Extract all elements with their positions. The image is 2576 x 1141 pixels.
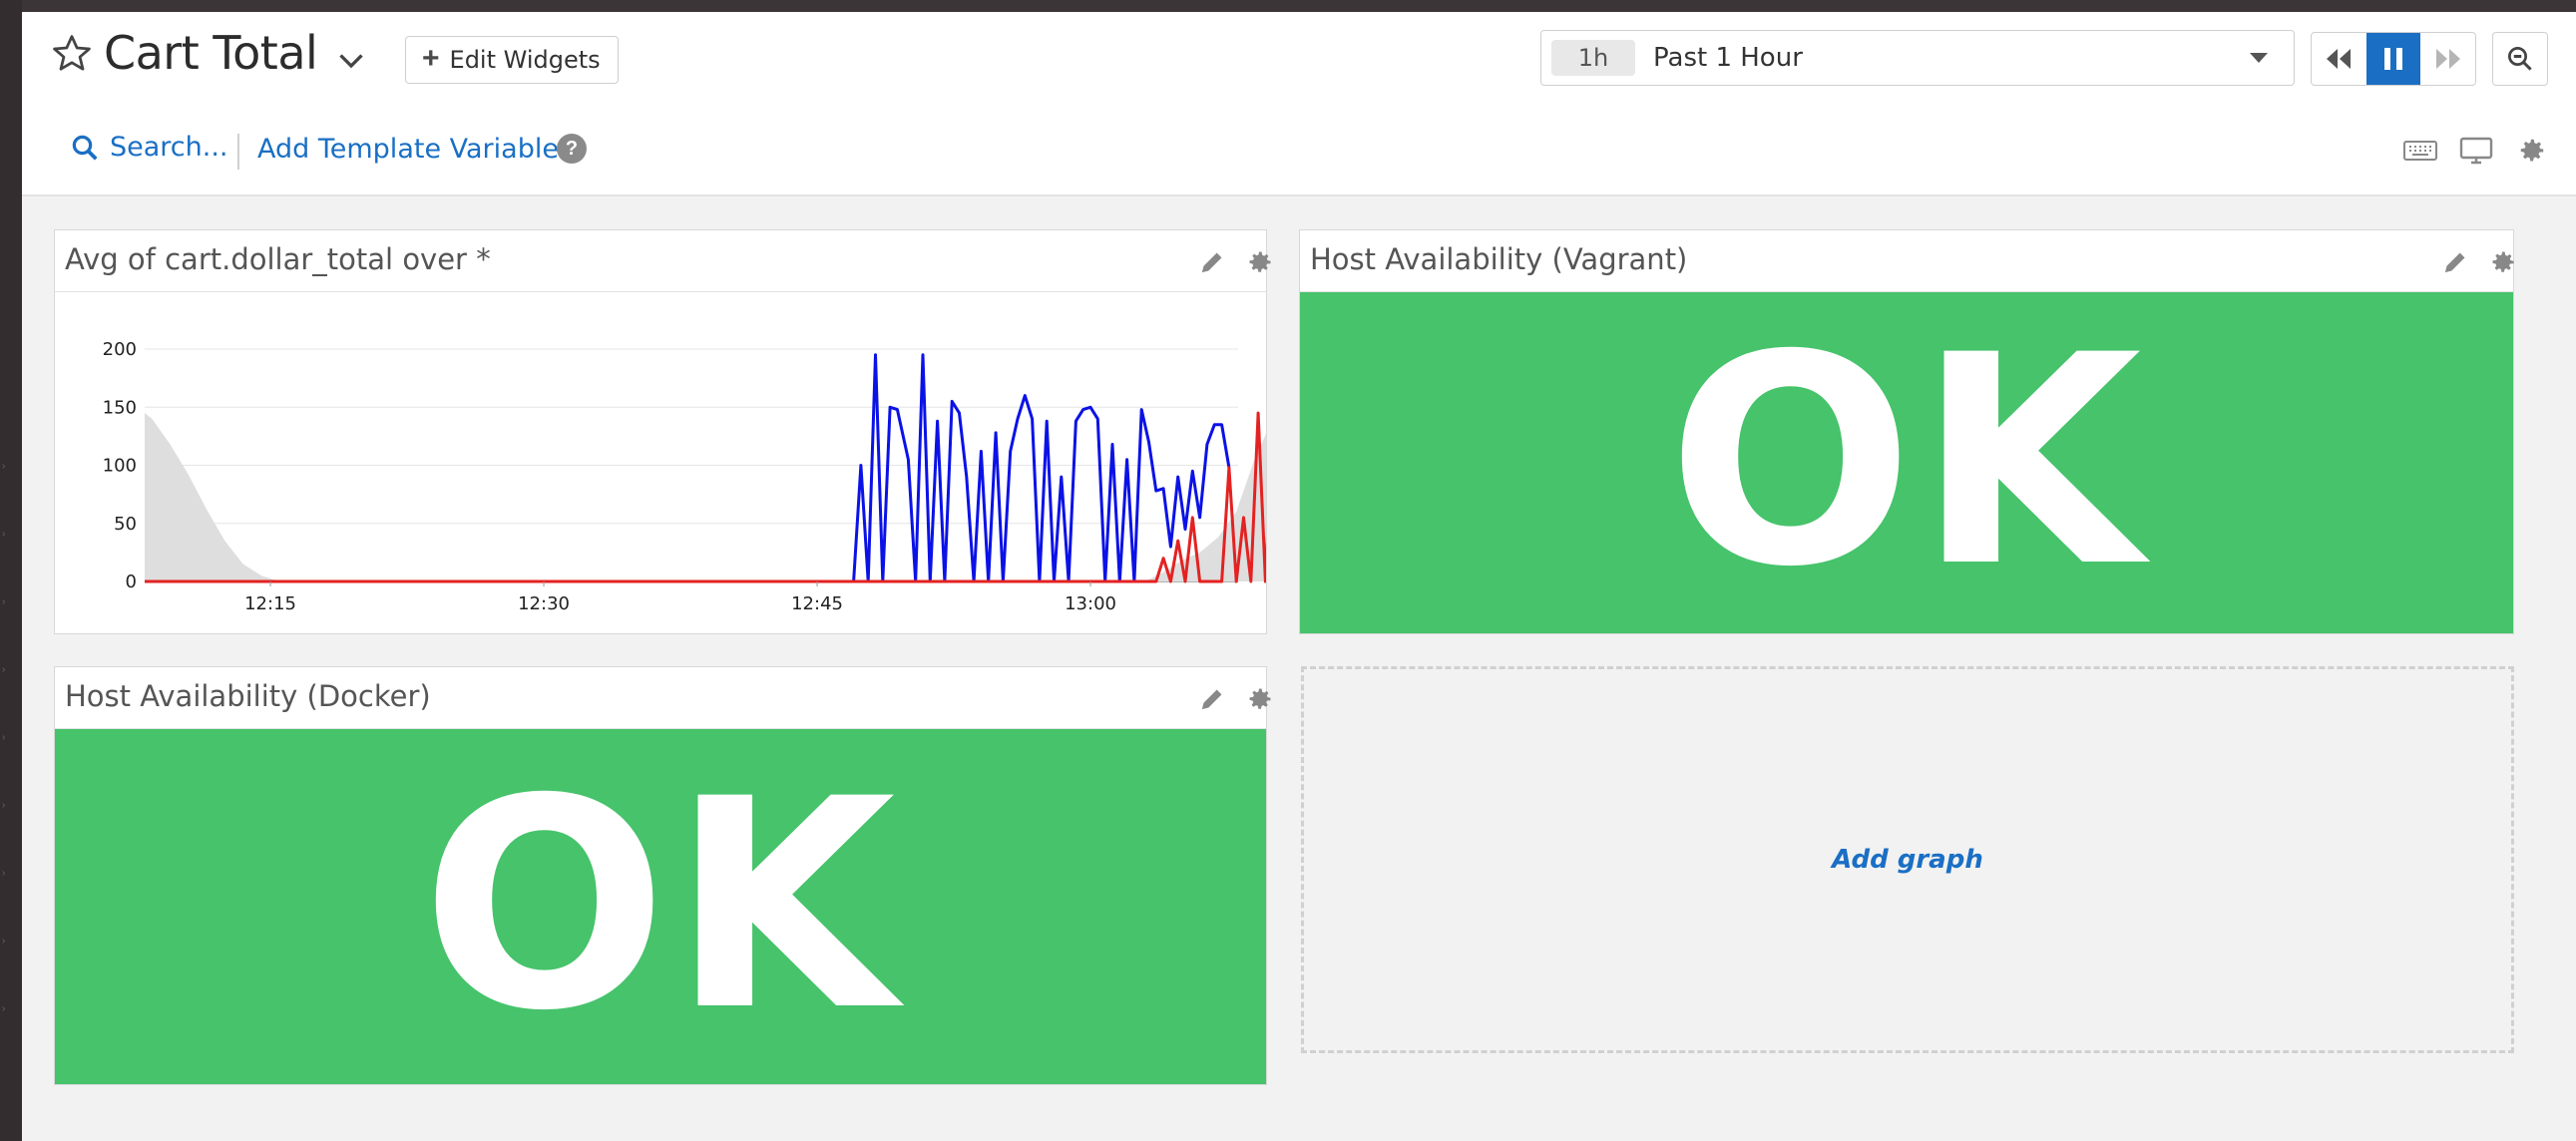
pause-icon bbox=[2384, 48, 2402, 70]
pencil-icon[interactable] bbox=[1198, 248, 1226, 276]
gear-icon[interactable] bbox=[1246, 248, 1274, 276]
x-tick-label: 13:00 bbox=[1065, 593, 1116, 614]
rewind-button[interactable] bbox=[2312, 33, 2366, 85]
pencil-icon[interactable] bbox=[1198, 685, 1226, 713]
timeseries-chart[interactable]: 0 50 100 150 200 12:15 12:30 12:45 13:00 bbox=[55, 292, 1266, 633]
search-icon bbox=[72, 135, 98, 161]
dashboard-app: Cart Total + Edit Widgets 1h Past 1 Hour bbox=[22, 12, 2576, 1141]
search-label: Search... bbox=[110, 132, 228, 163]
star-icon[interactable] bbox=[50, 32, 94, 76]
widget-title: Avg of cart.dollar_total over * bbox=[65, 242, 491, 276]
series-line-2 bbox=[145, 411, 1266, 583]
caret-down-icon bbox=[2250, 53, 2268, 63]
keyboard-icon[interactable] bbox=[2402, 136, 2438, 166]
fast-forward-button[interactable] bbox=[2420, 33, 2475, 85]
x-tick-label: 12:30 bbox=[518, 593, 570, 614]
widget-header: Host Availability (Docker) bbox=[55, 667, 1271, 729]
y-tick-label: 0 bbox=[126, 571, 137, 592]
timeframe-label: Past 1 Hour bbox=[1653, 43, 1803, 73]
pencil-icon[interactable] bbox=[2441, 248, 2469, 276]
status-panel: OK bbox=[55, 729, 1266, 1084]
help-icon[interactable]: ? bbox=[557, 134, 587, 164]
timeseries-widget: Avg of cart.dollar_total over * 0 50 100 15… bbox=[54, 229, 1271, 634]
zoom-out-icon bbox=[2508, 47, 2532, 71]
zoom-out-button[interactable] bbox=[2492, 32, 2548, 86]
status-text: OK bbox=[421, 738, 900, 1074]
edit-widgets-label: Edit Widgets bbox=[449, 46, 601, 74]
gear-icon[interactable] bbox=[2514, 136, 2550, 166]
plus-icon: + bbox=[422, 41, 440, 75]
band-area-left bbox=[145, 413, 280, 581]
x-tick-label: 12:45 bbox=[791, 593, 843, 614]
window-top-strip bbox=[0, 0, 2576, 12]
timeframe-badge: 1h bbox=[1551, 40, 1635, 76]
status-text: OK bbox=[1667, 294, 2146, 630]
host-availability-vagrant-widget: Host Availability (Vagrant) OK bbox=[1299, 229, 2514, 634]
time-navigation-group bbox=[2311, 32, 2476, 86]
widget-title: Host Availability (Vagrant) bbox=[1310, 242, 1688, 276]
add-template-variables-link[interactable]: Add Template Variables bbox=[257, 134, 573, 165]
status-panel: OK bbox=[1300, 292, 2513, 633]
chevron-down-icon[interactable] bbox=[333, 42, 369, 78]
pause-button[interactable] bbox=[2365, 33, 2421, 85]
toolbar-divider bbox=[237, 134, 239, 170]
search-link[interactable]: Search... bbox=[70, 132, 228, 163]
widget-header: Host Availability (Vagrant) bbox=[1300, 230, 2514, 292]
y-tick-label: 200 bbox=[103, 339, 137, 360]
widget-header: Avg of cart.dollar_total over * bbox=[55, 230, 1271, 292]
y-tick-label: 50 bbox=[114, 514, 137, 535]
widget-title: Host Availability (Docker) bbox=[65, 679, 431, 713]
y-tick-label: 100 bbox=[103, 456, 137, 477]
edit-widgets-button[interactable]: + Edit Widgets bbox=[405, 36, 619, 84]
fast-forward-icon bbox=[2435, 49, 2460, 69]
display-icon[interactable] bbox=[2458, 136, 2494, 166]
x-tick-label: 12:15 bbox=[244, 593, 296, 614]
window-left-strip: › › › › › › › › › bbox=[0, 0, 22, 1141]
dashboard-title[interactable]: Cart Total bbox=[104, 26, 318, 80]
timeframe-select[interactable]: 1h Past 1 Hour bbox=[1540, 30, 2295, 86]
y-tick-label: 150 bbox=[103, 397, 137, 418]
dashboard-header: Cart Total + Edit Widgets 1h Past 1 Hour bbox=[22, 12, 2576, 196]
gear-icon[interactable] bbox=[1246, 685, 1274, 713]
host-availability-docker-widget: Host Availability (Docker) OK bbox=[54, 666, 1271, 1085]
series-line-1 bbox=[852, 353, 1231, 583]
add-graph-label: Add graph bbox=[1832, 845, 1983, 875]
add-graph-placeholder[interactable]: Add graph bbox=[1301, 666, 2514, 1053]
gear-icon[interactable] bbox=[2489, 248, 2517, 276]
rewind-icon bbox=[2327, 49, 2352, 69]
